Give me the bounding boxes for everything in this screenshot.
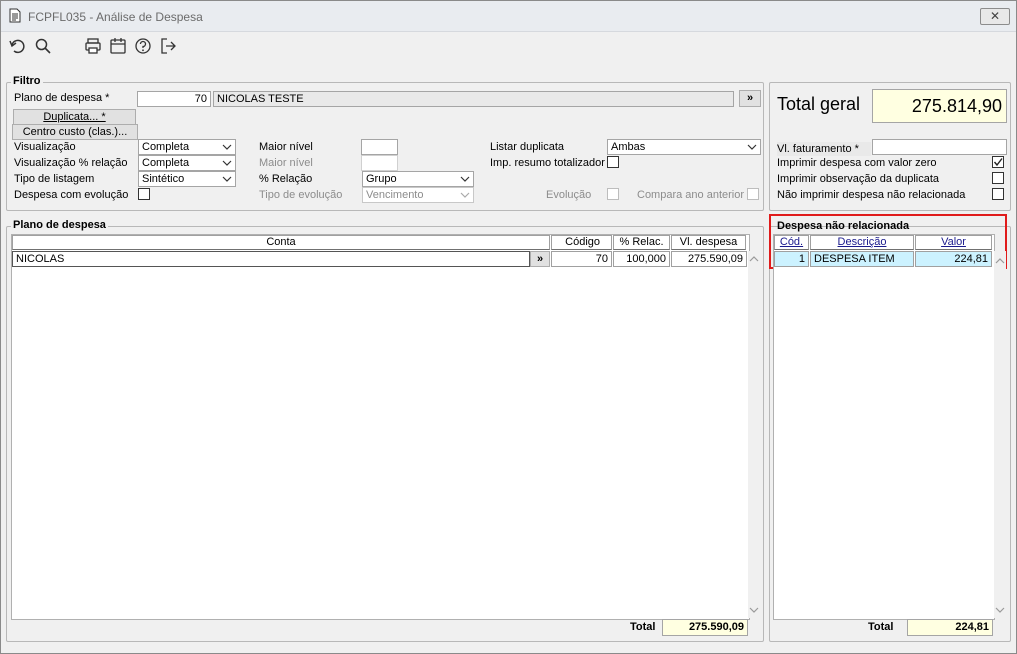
visualizacao-select[interactable]: Completa xyxy=(138,139,236,155)
visualizacao-label: Visualização xyxy=(14,141,76,153)
compara-ano-label: Compara ano anterior xyxy=(637,189,745,201)
row-conta-input[interactable]: NICOLAS xyxy=(12,251,530,267)
maior-nivel2-input[interactable] xyxy=(361,155,398,171)
visualizacao-value: Completa xyxy=(142,141,190,153)
tipo-listagem-value: Sintético xyxy=(142,173,185,185)
nao-imprimir-checkbox[interactable] xyxy=(992,188,1004,200)
nao-rel-scrollbar[interactable] xyxy=(994,251,1006,618)
nao-relacionada-legend: Despesa não relacionada xyxy=(777,220,910,232)
nao-rel-grid xyxy=(773,234,995,620)
evolucao-checkbox[interactable] xyxy=(607,188,619,200)
chevron-down-icon[interactable] xyxy=(749,606,759,614)
centro-custo-button-label: Centro custo (clas.)... xyxy=(22,126,128,138)
chevron-up-icon[interactable] xyxy=(995,257,1005,265)
visualizacao-rel-label: Visualização % relação xyxy=(14,157,128,169)
visualizacao-rel-select[interactable]: Completa xyxy=(138,155,236,171)
plano-lookup-button[interactable]: » xyxy=(739,90,761,107)
plano-grid-scrollbar[interactable] xyxy=(748,251,760,618)
window-title: FCPFL035 - Análise de Despesa xyxy=(28,10,203,24)
nr-row-valor[interactable]: 224,81 xyxy=(915,251,992,267)
despesa-evolucao-checkbox[interactable] xyxy=(138,188,150,200)
vl-faturamento-label: Vl. faturamento * xyxy=(777,142,871,156)
col-conta[interactable]: Conta xyxy=(12,235,550,250)
imprimir-observacao-label: Imprimir observação da duplicata xyxy=(777,173,940,185)
imprimir-valor-zero-label: Imprimir despesa com valor zero xyxy=(777,157,937,169)
row-relac: 100,000 xyxy=(613,251,670,267)
centro-custo-button[interactable]: Centro custo (clas.)... xyxy=(12,124,138,140)
row-vl-despesa: 275.590,09 xyxy=(671,251,747,267)
listar-duplicata-value: Ambas xyxy=(611,141,646,153)
filtro-legend: Filtro xyxy=(11,75,43,87)
chevron-down-icon xyxy=(747,144,757,150)
plano-despesa-legend: Plano de despesa xyxy=(11,219,108,231)
row-codigo: 70 xyxy=(551,251,612,267)
total-geral-label: Total geral xyxy=(777,94,861,114)
col-descricao[interactable]: Descrição xyxy=(810,235,914,250)
conta-lookup-button[interactable]: » xyxy=(530,251,550,267)
listar-duplicata-select[interactable]: Ambas xyxy=(607,139,761,155)
print-icon[interactable] xyxy=(84,37,102,55)
chevron-down-icon xyxy=(222,160,232,166)
imprimir-valor-zero-checkbox[interactable] xyxy=(992,156,1004,168)
tipo-evolucao-select[interactable]: Vencimento xyxy=(362,187,474,203)
nao-imprimir-label: Não imprimir despesa não relacionada xyxy=(777,189,966,201)
tipo-evolucao-value: Vencimento xyxy=(366,189,424,201)
maior-nivel-label: Maior nível xyxy=(259,141,313,153)
chevron-down-icon xyxy=(222,144,232,150)
close-button[interactable]: ✕ xyxy=(980,8,1010,25)
document-icon xyxy=(9,8,21,23)
plano-total-value: 275.590,09 xyxy=(662,619,748,636)
col-relac[interactable]: % Relac. xyxy=(613,235,670,250)
visualizacao-rel-value: Completa xyxy=(142,157,190,169)
chevron-down-icon xyxy=(460,192,470,198)
col-codigo[interactable]: Código xyxy=(551,235,612,250)
plano-total-label: Total xyxy=(630,621,656,633)
duplicata-button[interactable]: Duplicata... * xyxy=(13,109,136,125)
calendar-icon[interactable] xyxy=(109,37,127,55)
nr-row-descricao[interactable]: DESPESA ITEM xyxy=(810,251,914,267)
nr-row-cod[interactable]: 1 xyxy=(774,251,809,267)
maior-nivel2-label: Maior nível xyxy=(259,157,313,169)
imp-resumo-checkbox[interactable] xyxy=(607,156,619,168)
relacao-value: Grupo xyxy=(366,173,397,185)
title-bar: FCPFL035 - Análise de Despesa ✕ xyxy=(1,1,1016,32)
vl-faturamento-input[interactable] xyxy=(872,139,1007,155)
evolucao-label: Evolução xyxy=(546,189,592,201)
check-icon xyxy=(993,158,1003,167)
relacao-label: % Relação xyxy=(259,173,313,185)
imprimir-observacao-checkbox[interactable] xyxy=(992,172,1004,184)
col-vl-despesa[interactable]: Vl. despesa xyxy=(671,235,746,250)
app-window: FCPFL035 - Análise de Despesa ✕ Filtro P… xyxy=(0,0,1017,654)
imp-resumo-label: Imp. resumo totalizador xyxy=(490,157,605,169)
plano-grid xyxy=(11,234,750,620)
maior-nivel-input[interactable] xyxy=(361,139,398,155)
compara-ano-checkbox[interactable] xyxy=(747,188,759,200)
plano-name-field: NICOLAS TESTE xyxy=(213,91,734,107)
undo-icon[interactable] xyxy=(8,37,26,55)
duplicata-button-label: Duplicata... * xyxy=(43,111,106,123)
plano-code-input[interactable]: 70 xyxy=(137,91,211,107)
tipo-evolucao-label: Tipo de evolução xyxy=(259,189,343,201)
col-valor[interactable]: Valor xyxy=(915,235,992,250)
listar-duplicata-label: Listar duplicata xyxy=(490,141,564,153)
chevron-up-icon[interactable] xyxy=(749,255,759,263)
despesa-evolucao-label: Despesa com evolução xyxy=(14,189,129,201)
chevron-down-icon[interactable] xyxy=(995,606,1005,614)
col-cod[interactable]: Cód. xyxy=(774,235,809,250)
total-geral-value: 275.814,90 xyxy=(872,89,1007,123)
help-icon[interactable] xyxy=(134,37,152,55)
chevron-down-icon xyxy=(460,176,470,182)
tipo-listagem-select[interactable]: Sintético xyxy=(138,171,236,187)
nao-rel-total-label: Total xyxy=(868,621,894,633)
relacao-select[interactable]: Grupo xyxy=(362,171,474,187)
plano-label: Plano de despesa * xyxy=(14,92,110,104)
tipo-listagem-label: Tipo de listagem xyxy=(14,173,95,185)
nao-rel-total-value: 224,81 xyxy=(907,619,993,636)
exit-icon[interactable] xyxy=(159,37,177,55)
search-icon[interactable] xyxy=(34,37,52,55)
chevron-down-icon xyxy=(222,176,232,182)
